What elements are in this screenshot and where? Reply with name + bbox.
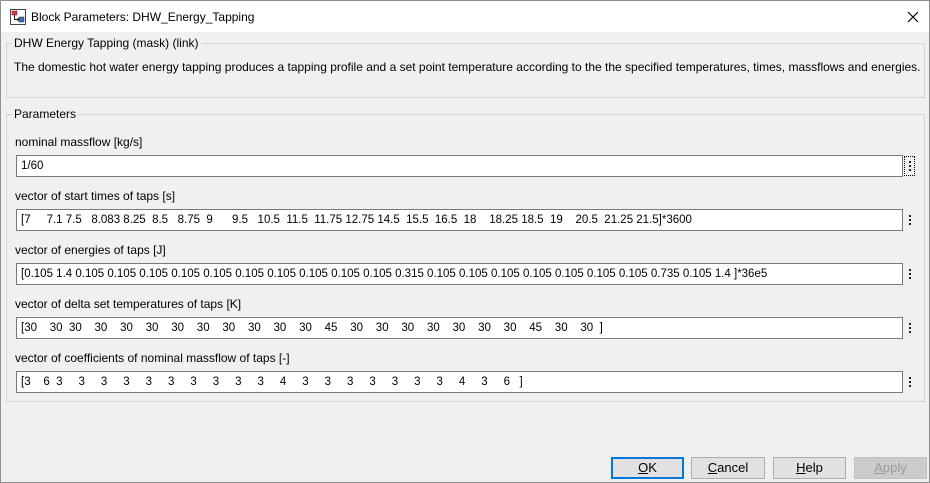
more-options-icon <box>908 269 911 271</box>
apply-label-rest: pply <box>882 460 907 475</box>
cancel-label-rest: ancel <box>717 460 749 475</box>
energies-options-button[interactable] <box>904 264 915 284</box>
energies-input[interactable]: [0.105 1.4 0.105 0.105 0.105 0.105 0.105… <box>16 263 903 285</box>
help-label-rest: elp <box>805 460 823 475</box>
energies-label: vector of energies of taps [J] <box>15 243 166 257</box>
start-times-label: vector of start times of taps [s] <box>15 189 176 203</box>
simulink-block-icon <box>10 9 26 25</box>
nominal-massflow-label: nominal massflow [kg/s] <box>15 135 143 149</box>
delta-set-temperatures-label: vector of delta set temperatures of taps… <box>15 297 242 311</box>
start-times-options-button[interactable] <box>904 210 915 230</box>
nominal-massflow-options-button[interactable] <box>904 156 915 176</box>
more-options-icon <box>908 323 911 325</box>
mask-description: The domestic hot water energy tapping pr… <box>14 60 921 74</box>
more-options-icon <box>908 377 911 379</box>
close-icon <box>907 11 919 23</box>
mask-header: DHW Energy Tapping (mask) (link) <box>12 36 201 50</box>
massflow-coefficients-input[interactable]: [3 6 3 3 3 3 3 3 3 3 3 3 4 3 3 3 3 3 3 3… <box>16 371 903 393</box>
delta-set-temperatures-input[interactable]: [30 30 30 30 30 30 30 30 30 30 30 30 45 … <box>16 317 903 339</box>
more-options-icon <box>908 215 911 217</box>
delta-set-temperatures-options-button[interactable] <box>904 318 915 338</box>
nominal-massflow-input[interactable]: 1/60 <box>16 155 903 177</box>
window-title: Block Parameters: DHW_Energy_Tapping <box>31 10 255 24</box>
ok-mnemonic: O <box>638 460 649 475</box>
ok-label-rest: K <box>648 460 657 475</box>
ok-button[interactable]: OK <box>611 457 684 479</box>
massflow-coefficients-options-button[interactable] <box>904 372 915 392</box>
start-times-input[interactable]: [7 7.1 7.5 8.083 8.25 8.5 8.75 9 9.5 10.… <box>16 209 903 231</box>
cancel-button[interactable]: Cancel <box>691 457 765 479</box>
close-button[interactable] <box>897 5 929 29</box>
title-bar[interactable]: Block Parameters: DHW_Energy_Tapping <box>1 1 929 32</box>
apply-mnemonic: A <box>874 460 883 475</box>
parameters-legend: Parameters <box>12 107 79 121</box>
block-parameters-dialog: Block Parameters: DHW_Energy_Tapping DHW… <box>0 0 930 483</box>
cancel-mnemonic: C <box>707 460 718 475</box>
help-mnemonic: H <box>796 460 806 475</box>
more-options-icon <box>908 161 911 163</box>
massflow-coefficients-label: vector of coefficients of nominal massfl… <box>15 351 290 365</box>
help-button[interactable]: Help <box>773 457 846 479</box>
apply-button[interactable]: Apply <box>854 457 927 479</box>
